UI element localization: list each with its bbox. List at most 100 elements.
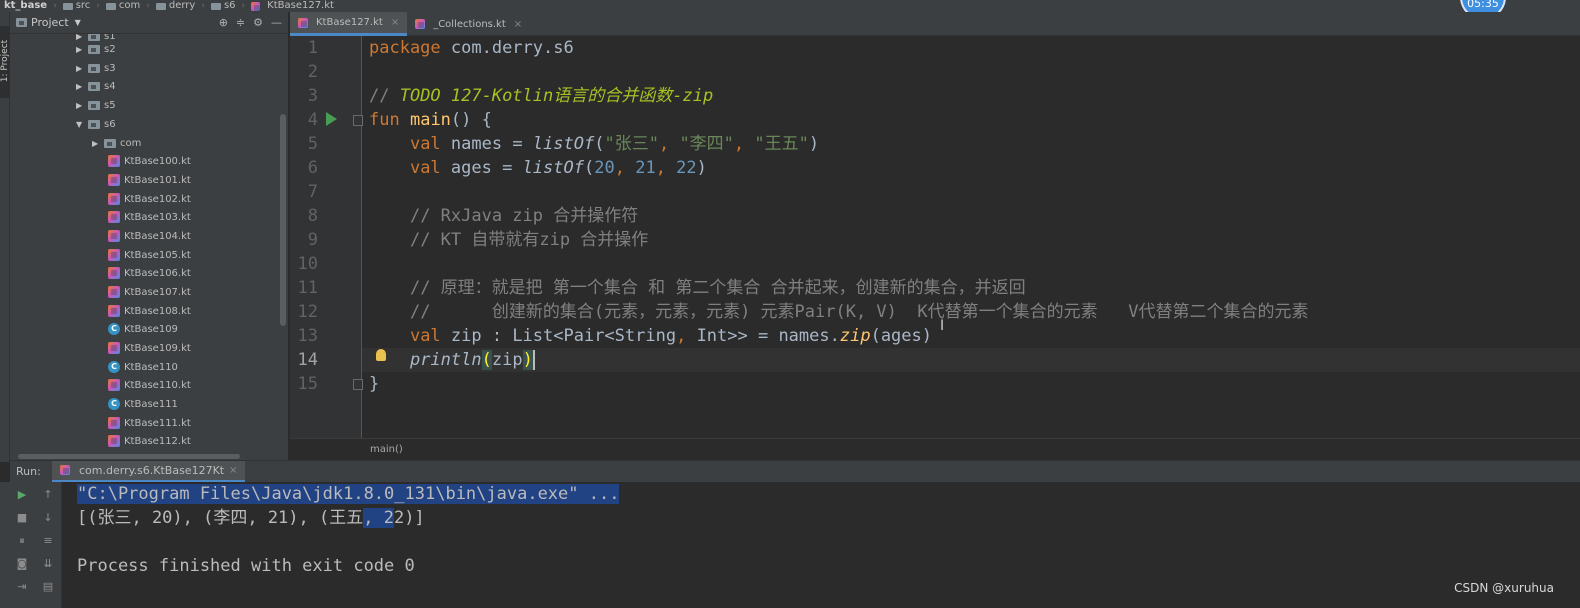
tree-item-folder[interactable]: ▶ s2 — [76, 40, 116, 58]
code-line: } — [369, 374, 380, 394]
line-number-current: 14 — [297, 350, 318, 370]
chevron-right-icon[interactable]: ▶ — [76, 45, 88, 54]
exit-icon[interactable]: ⇥ — [14, 579, 30, 595]
fold-marker-icon[interactable] — [353, 379, 363, 390]
tree-item-file[interactable]: KtBase110.kt — [108, 376, 191, 394]
kotlin-file-icon — [108, 211, 120, 223]
code-line: // TODO 127-Kotlin语言的合并函数-zip — [369, 86, 714, 106]
tab-ktbase127[interactable]: KtBase127.kt × — [290, 12, 408, 36]
close-icon[interactable]: × — [391, 17, 399, 28]
kotlin-file-icon — [108, 193, 120, 205]
editor-gutter[interactable]: 1 2 3 4 5 6 7 8 9 10 11 12 13 14 15 — [290, 36, 363, 438]
tree-item-file[interactable]: KtBase103.kt — [108, 208, 191, 226]
tree-item-file[interactable]: KtBase105.kt — [108, 246, 191, 264]
chevron-right-icon[interactable]: ▶ — [76, 64, 88, 73]
breadcrumb-item-derry[interactable]: derry — [155, 1, 195, 11]
tree-item-class[interactable]: C KtBase111 — [108, 395, 178, 413]
kotlin-file-icon — [108, 249, 120, 261]
tree-item-file[interactable]: KtBase100.kt — [108, 152, 191, 170]
tree-horizontal-scrollbar[interactable] — [18, 454, 240, 459]
chevron-right-icon[interactable]: ▶ — [92, 139, 104, 148]
tree-item-file[interactable]: KtBase108.kt — [108, 302, 191, 320]
scroll-to-end-icon[interactable]: ⇊ — [40, 556, 56, 572]
arrow-up-icon[interactable]: ↑ — [40, 487, 56, 503]
project-tool-tab[interactable]: 1: Project — [0, 26, 10, 98]
breadcrumb-separator: › — [241, 1, 246, 11]
run-gutter-icon[interactable] — [326, 112, 337, 126]
line-number: 7 — [307, 182, 318, 202]
code-line: fun main() { — [369, 110, 492, 130]
breadcrumb-separator: › — [201, 1, 205, 11]
code-line: val ages = listOf(20, 21, 22) — [409, 158, 707, 178]
tree-item-file[interactable]: KtBase111.kt — [108, 414, 191, 432]
breadcrumb-item-project[interactable]: kt_base — [4, 1, 47, 11]
kotlin-class-icon: C — [108, 361, 120, 373]
close-icon[interactable]: × — [514, 19, 522, 30]
tree-item-file[interactable]: KtBase112.kt — [108, 432, 191, 450]
tree-item-file[interactable]: KtBase106.kt — [108, 264, 191, 282]
kotlin-file-icon — [108, 267, 120, 279]
tree-item-class[interactable]: C KtBase110 — [108, 358, 178, 376]
chevron-down-icon[interactable]: ▼ — [75, 18, 81, 27]
chevron-down-icon[interactable]: ▼ — [76, 120, 88, 129]
run-config-tab[interactable]: com.derry.s6.KtBase127Kt × — [52, 460, 246, 483]
gear-icon[interactable]: ⚙ — [253, 16, 263, 29]
locate-icon[interactable]: ⊕ — [219, 16, 228, 29]
tree-item-file[interactable]: KtBase107.kt — [108, 283, 191, 301]
project-panel-header: Project ▼ ⊕ ≑ ⚙ — — [10, 12, 288, 34]
left-tool-strip: 1: Project — [0, 12, 10, 462]
minimize-icon[interactable]: — — [271, 16, 282, 29]
kotlin-class-icon: C — [108, 398, 120, 410]
folder-icon — [104, 138, 116, 148]
breadcrumb-item-s6[interactable]: s6 — [210, 1, 236, 11]
fold-marker-icon[interactable] — [353, 115, 363, 126]
stop-icon[interactable]: ■ — [14, 510, 30, 526]
code-content[interactable]: package com.derry.s6 // TODO 127-Kotlin语… — [369, 36, 1309, 394]
kotlin-file-icon — [108, 435, 120, 447]
tree-item-file[interactable]: KtBase101.kt — [108, 171, 191, 189]
editor-breadcrumb[interactable]: main() — [290, 438, 1580, 460]
breadcrumb-item-src[interactable]: src — [62, 1, 90, 11]
tree-item-folder[interactable]: ▶ s3 — [76, 59, 116, 77]
camera-icon[interactable]: ◙ — [14, 556, 30, 572]
kotlin-class-icon: C — [108, 323, 120, 335]
breadcrumb: kt_base › src › com › derry › s6 › KtBas… — [0, 0, 1580, 12]
tree-item-folder[interactable]: ▶ s5 — [76, 96, 116, 114]
run-console[interactable]: "C:\Program Files\Java\jdk1.8.0_131\bin\… — [62, 482, 1580, 608]
arrow-down-icon[interactable]: ↓ — [40, 510, 56, 526]
text-caret — [532, 350, 535, 370]
line-number: 1 — [307, 38, 318, 58]
close-icon[interactable]: × — [229, 465, 237, 476]
tree-item-folder-expanded[interactable]: ▼ s6 — [76, 115, 116, 133]
breadcrumb-item-com[interactable]: com — [105, 1, 140, 11]
project-view-selector[interactable]: Project — [31, 16, 69, 29]
collapse-all-icon[interactable]: ≑ — [236, 16, 245, 29]
tree-vertical-scrollbar[interactable] — [280, 114, 286, 326]
folder-icon — [155, 2, 166, 10]
tree-item-folder[interactable]: ▶ s4 — [76, 77, 116, 95]
breadcrumb-item-file[interactable]: KtBase127.kt — [251, 1, 334, 11]
chevron-right-icon[interactable]: ▶ — [76, 101, 88, 110]
line-number: 10 — [297, 254, 318, 274]
folder-icon — [105, 2, 116, 10]
kotlin-file-icon — [298, 17, 308, 28]
tree-item-file[interactable]: KtBase104.kt — [108, 227, 191, 245]
print-icon[interactable]: ▤ — [40, 579, 56, 595]
code-editor[interactable]: 1 2 3 4 5 6 7 8 9 10 11 12 13 14 15 pack… — [290, 36, 1580, 438]
pause-icon[interactable]: ⏸ — [14, 533, 30, 549]
tree-item-folder[interactable]: ▶ com — [92, 134, 141, 152]
folder-icon — [62, 2, 73, 10]
breadcrumb-separator: › — [53, 1, 57, 11]
kotlin-file-icon — [108, 379, 120, 391]
tree-item-file[interactable]: KtBase102.kt — [108, 190, 191, 208]
soft-wrap-icon[interactable]: ≡ — [40, 533, 56, 549]
code-line: // RxJava zip 合并操作符 — [409, 206, 639, 226]
kotlin-file-icon — [415, 19, 426, 29]
rerun-icon[interactable]: ▶ — [14, 487, 30, 503]
tab-collections[interactable]: _Collections.kt × — [407, 12, 530, 36]
chevron-right-icon[interactable]: ▶ — [76, 82, 88, 91]
console-line: Process finished with exit code 0 — [77, 556, 415, 576]
console-line: "C:\Program Files\Java\jdk1.8.0_131\bin\… — [77, 484, 620, 504]
tree-item-file[interactable]: KtBase109.kt — [108, 339, 191, 357]
tree-item-class[interactable]: C KtBase109 — [108, 320, 178, 338]
